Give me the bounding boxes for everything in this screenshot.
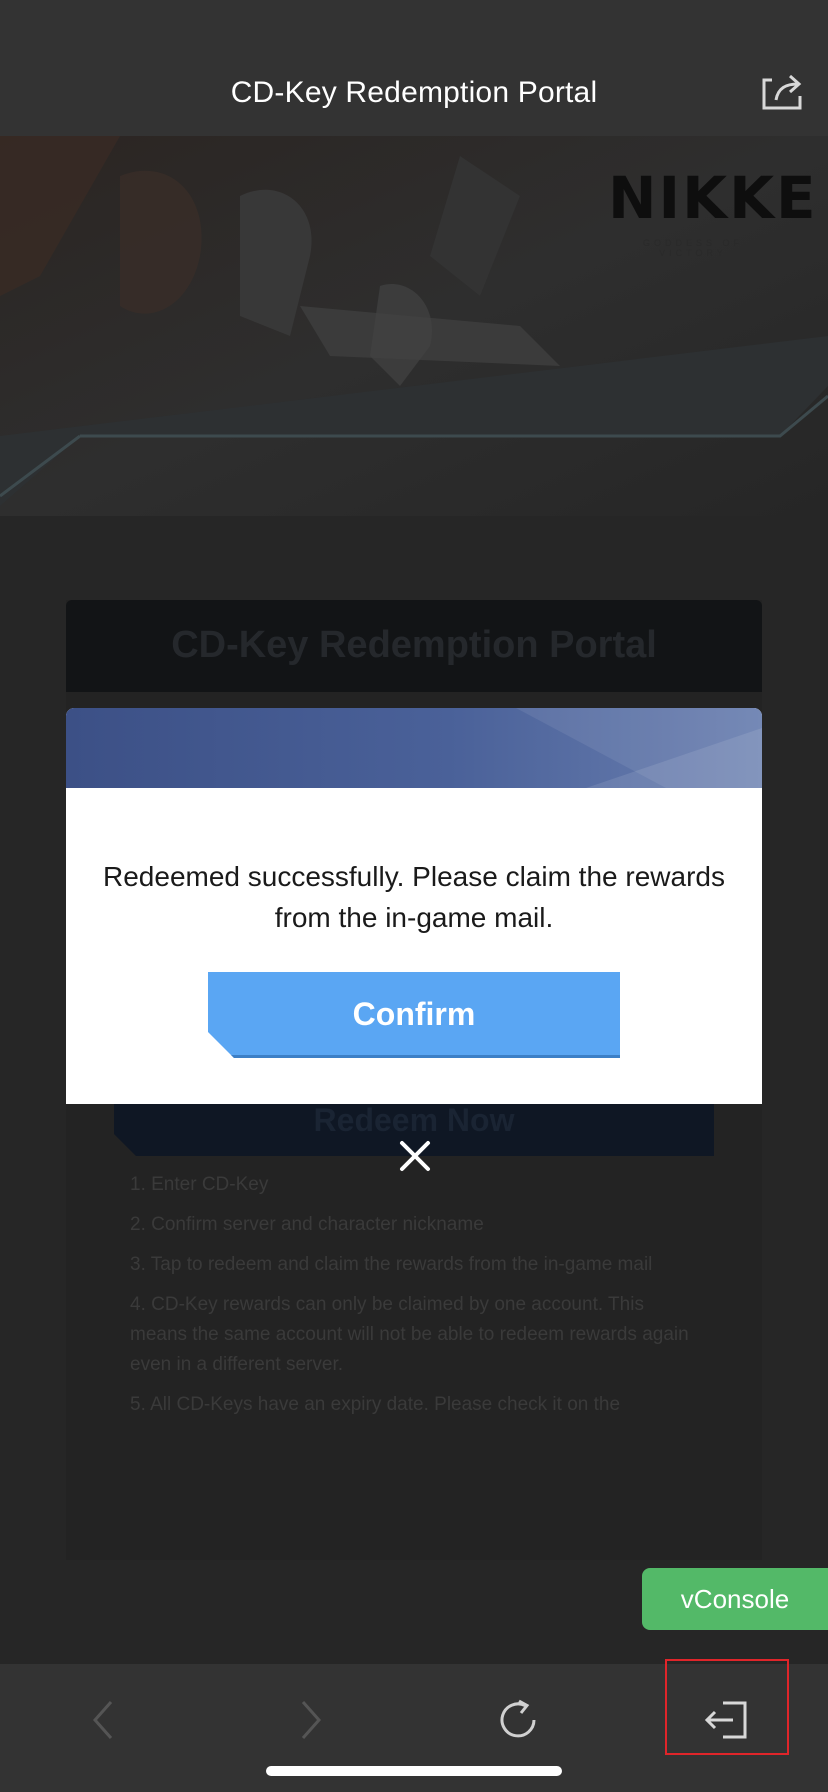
close-dialog-button[interactable] xyxy=(398,1139,432,1173)
instructions-list: 1. Enter CD-Key 2. Confirm server and ch… xyxy=(130,1170,690,1430)
instruction-item: 5. All CD-Keys have an expiry date. Plea… xyxy=(130,1394,621,1415)
portal-header: CD-Key Redemption Portal xyxy=(66,600,762,692)
confirm-label: Confirm xyxy=(352,996,476,1032)
refresh-button[interactable] xyxy=(476,1684,560,1756)
vconsole-label: vConsole xyxy=(680,1584,790,1614)
banner-image: NIKKE GODDESS OF VICTORY xyxy=(0,136,828,516)
forward-button[interactable] xyxy=(268,1684,352,1756)
instruction-item: 3. Tap to redeem and claim the rewards f… xyxy=(130,1254,653,1275)
close-icon xyxy=(400,1141,430,1171)
dialog-header-pattern xyxy=(516,708,762,788)
instruction-item: 2. Confirm server and character nickname xyxy=(130,1214,484,1235)
chevron-right-icon xyxy=(301,1701,322,1739)
top-bar: CD-Key Redemption Portal xyxy=(0,0,828,136)
success-dialog: Redeemed successfully. Please claim the … xyxy=(66,708,762,1104)
portal-title: CD-Key Redemption Portal xyxy=(171,624,657,666)
back-button[interactable] xyxy=(62,1684,146,1756)
redeem-now-label: Redeem Now xyxy=(313,1102,515,1138)
exit-button-highlight xyxy=(665,1659,789,1755)
refresh-icon xyxy=(500,1699,536,1738)
instruction-item: 4. CD-Key rewards can only be claimed by… xyxy=(130,1294,689,1375)
confirm-button[interactable]: Confirm xyxy=(208,972,620,1058)
share-icon xyxy=(762,74,802,110)
chevron-left-icon xyxy=(92,1701,113,1739)
home-indicator xyxy=(266,1766,562,1776)
dialog-header xyxy=(66,708,762,788)
nikke-logo: NIKKE xyxy=(608,164,818,232)
vconsole-button[interactable]: vConsole xyxy=(642,1568,828,1630)
logo-subtitle: GODDESS OF VICTORY xyxy=(642,238,743,258)
dialog-message: Redeemed successfully. Please claim the … xyxy=(103,861,725,933)
app-screen: CD-Key Redemption Portal NIKKE GODDESS O… xyxy=(0,0,828,1792)
page-title: CD-Key Redemption Portal xyxy=(230,76,598,109)
share-button[interactable] xyxy=(758,70,806,114)
instruction-item: 1. Enter CD-Key xyxy=(130,1174,269,1195)
